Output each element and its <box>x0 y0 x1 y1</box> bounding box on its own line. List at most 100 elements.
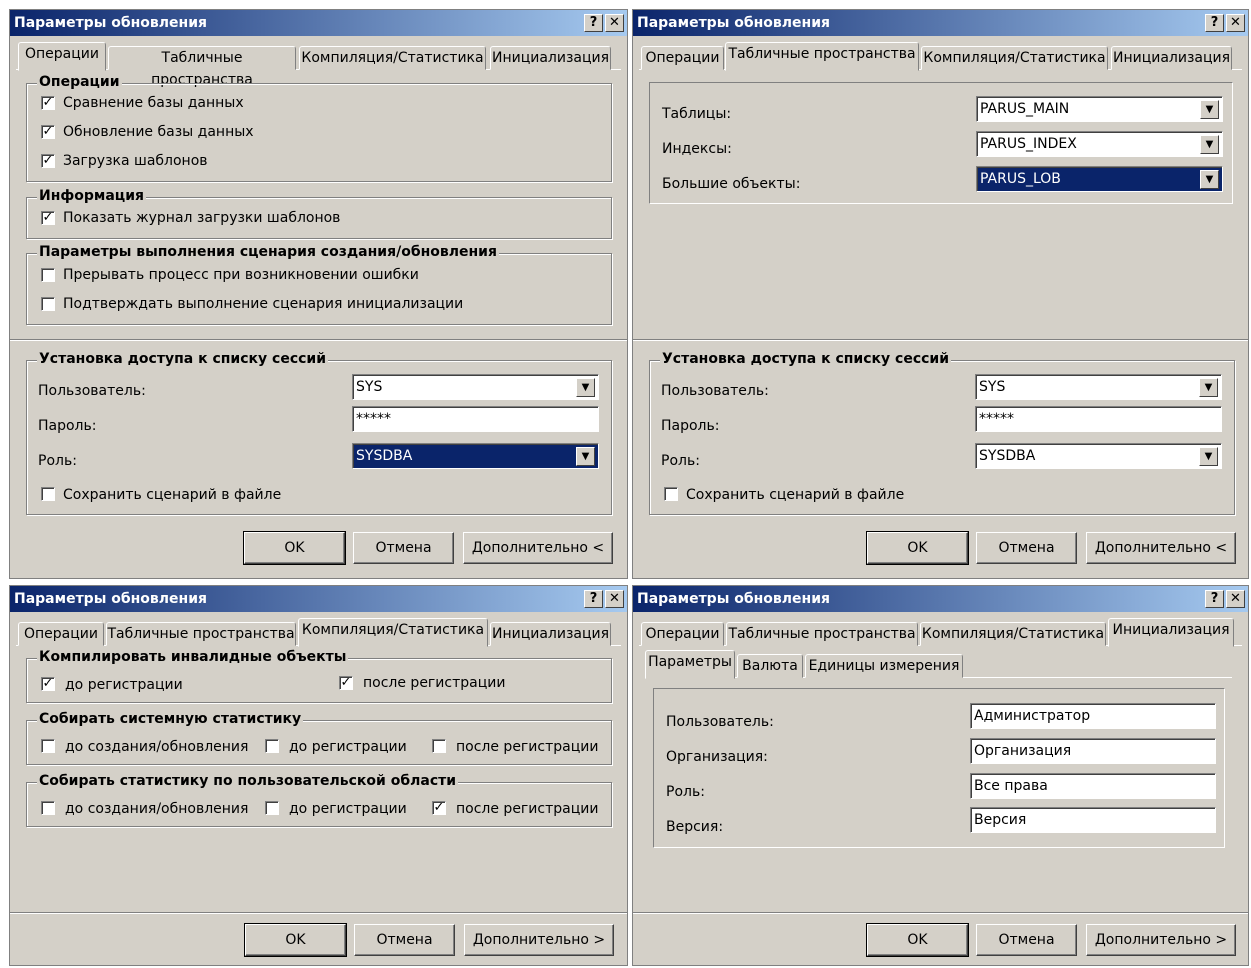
user-value: SYS <box>979 379 1006 395</box>
indexes-select[interactable]: PARUS_INDEX ▼ <box>976 131 1223 157</box>
checkbox-compare[interactable]: ✓ <box>41 96 55 110</box>
tab-initialization[interactable]: Инициализация <box>1111 46 1232 70</box>
checkbox-show-log[interactable]: ✓ <box>41 211 55 225</box>
more-button[interactable]: Дополнительно > <box>1086 924 1236 956</box>
tab-operations[interactable]: Операции <box>18 42 106 71</box>
checkbox-sys-before-create[interactable] <box>41 739 55 753</box>
more-button[interactable]: Дополнительно < <box>463 532 613 564</box>
chevron-down-icon[interactable]: ▼ <box>576 378 595 397</box>
chevron-down-icon[interactable]: ▼ <box>1200 100 1219 119</box>
user-value: SYS <box>356 379 383 395</box>
password-field[interactable]: ***** <box>352 406 599 432</box>
label-org: Организация: <box>666 749 768 765</box>
tab-tablespaces[interactable]: Табличные пространства <box>725 42 919 71</box>
dialog-title: Параметры обновления <box>637 591 831 607</box>
user-select[interactable]: SYS ▼ <box>975 374 1222 400</box>
checkbox-user-before-create[interactable] <box>41 801 55 815</box>
checkbox-templates[interactable]: ✓ <box>41 154 55 168</box>
role-field[interactable]: Все права <box>970 773 1216 799</box>
chevron-down-icon[interactable]: ▼ <box>1199 447 1218 466</box>
ok-button[interactable]: OK <box>866 531 969 565</box>
label-user: Пользователь: <box>666 714 774 730</box>
group-title: Установка доступа к списку сессий <box>37 351 329 367</box>
cancel-button[interactable]: Отмена <box>976 532 1077 564</box>
checkbox-compile-before-reg[interactable]: ✓ <box>41 677 55 691</box>
chevron-down-icon[interactable]: ▼ <box>1200 135 1219 154</box>
label-save-script: Сохранить сценарий в файле <box>63 487 282 503</box>
tab-strip: Операции Табличные пространства Компиляц… <box>639 42 1242 71</box>
user-field[interactable]: Администратор <box>970 703 1216 729</box>
checkbox-compile-after-reg[interactable]: ✓ <box>339 676 353 690</box>
tab-tablespaces[interactable]: Табличные пространства <box>108 46 296 88</box>
ok-button[interactable]: OK <box>866 923 969 957</box>
init-panel: Пользователь: Администратор Организация:… <box>653 688 1225 848</box>
tab-compile-stats[interactable]: Компиляция/Статистика <box>299 46 486 70</box>
more-button[interactable]: Дополнительно > <box>464 924 614 956</box>
label-confirm: Подтверждать выполнение сценария инициал… <box>63 296 464 312</box>
label-compare: Сравнение базы данных <box>63 95 244 111</box>
org-field[interactable]: Организация <box>970 738 1216 764</box>
password-field[interactable]: ***** <box>975 406 1222 432</box>
help-button[interactable]: ? <box>1205 590 1224 608</box>
label-show-log: Показать журнал загрузки шаблонов <box>63 210 341 226</box>
separator <box>633 339 1248 341</box>
help-button[interactable]: ? <box>584 590 603 608</box>
more-button[interactable]: Дополнительно < <box>1086 532 1236 564</box>
tab-initialization[interactable]: Инициализация <box>490 622 611 646</box>
tab-compile-stats[interactable]: Компиляция/Статистика <box>298 618 488 647</box>
chevron-down-icon[interactable]: ▼ <box>576 447 595 466</box>
subtab-params[interactable]: Параметры <box>645 650 735 679</box>
tab-operations[interactable]: Операции <box>18 622 104 646</box>
tab-tablespaces[interactable]: Табличные пространства <box>726 622 918 646</box>
label-abort: Прерывать процесс при возникновении ошиб… <box>63 267 419 283</box>
tables-select[interactable]: PARUS_MAIN ▼ <box>976 96 1223 122</box>
label-before-reg: до регистрации <box>289 801 407 817</box>
cancel-button[interactable]: Отмена <box>976 924 1077 956</box>
cancel-button[interactable]: Отмена <box>353 532 454 564</box>
checkbox-confirm[interactable] <box>41 297 55 311</box>
role-select[interactable]: SYSDBA ▼ <box>352 443 599 469</box>
tab-initialization[interactable]: Инициализация <box>490 46 611 70</box>
label-role: Роль: <box>661 453 700 469</box>
title-bar: Параметры обновления <box>10 10 627 36</box>
subtab-units[interactable]: Единицы измерения <box>805 654 963 678</box>
ok-button[interactable]: OK <box>244 923 347 957</box>
checkbox-abort[interactable] <box>41 268 55 282</box>
close-button[interactable]: ✕ <box>1226 14 1245 32</box>
tab-tablespaces[interactable]: Табличные пространства <box>106 622 296 646</box>
close-button[interactable]: ✕ <box>605 590 624 608</box>
tab-initialization[interactable]: Инициализация <box>1108 618 1234 647</box>
tab-operations[interactable]: Операции <box>641 622 724 646</box>
role-value: SYSDBA <box>356 448 413 464</box>
tab-operations[interactable]: Операции <box>641 46 724 70</box>
close-button[interactable]: ✕ <box>1226 590 1245 608</box>
chevron-down-icon[interactable]: ▼ <box>1200 170 1219 189</box>
close-button[interactable]: ✕ <box>605 14 624 32</box>
checkbox-save-script[interactable] <box>664 487 678 501</box>
ok-button[interactable]: OK <box>243 531 346 565</box>
title-bar: Параметры обновления <box>633 586 1248 612</box>
checkbox-save-script[interactable] <box>41 487 55 501</box>
subtab-currency[interactable]: Валюта <box>737 654 803 678</box>
help-button[interactable]: ? <box>584 14 603 32</box>
help-button[interactable]: ? <box>1205 14 1224 32</box>
checkbox-sys-after-reg[interactable] <box>432 739 446 753</box>
dialog-initialization: Параметры обновления ? ✕ Операции Таблич… <box>632 585 1249 966</box>
checkbox-sys-before-reg[interactable] <box>265 739 279 753</box>
checkbox-update[interactable]: ✓ <box>41 125 55 139</box>
group-session-access: Установка доступа к списку сессий Пользо… <box>26 351 612 515</box>
label-lob: Большие объекты: <box>662 176 801 192</box>
chevron-down-icon[interactable]: ▼ <box>1199 378 1218 397</box>
user-select[interactable]: SYS ▼ <box>352 374 599 400</box>
cancel-button[interactable]: Отмена <box>354 924 455 956</box>
lob-select[interactable]: PARUS_LOB ▼ <box>976 166 1223 192</box>
tab-compile-stats[interactable]: Компиляция/Статистика <box>920 622 1106 646</box>
tab-compile-stats[interactable]: Компиляция/Статистика <box>921 46 1108 70</box>
checkbox-user-after-reg[interactable]: ✓ <box>432 801 446 815</box>
version-field[interactable]: Версия <box>970 807 1216 833</box>
tab-strip: Операции Табличные пространства Компиляц… <box>16 42 621 88</box>
group-title: Собирать системную статистику <box>37 711 304 727</box>
dialog-operations: Параметры обновления ? ✕ Операции Таблич… <box>9 9 628 579</box>
checkbox-user-before-reg[interactable] <box>265 801 279 815</box>
role-select[interactable]: SYSDBA ▼ <box>975 443 1222 469</box>
